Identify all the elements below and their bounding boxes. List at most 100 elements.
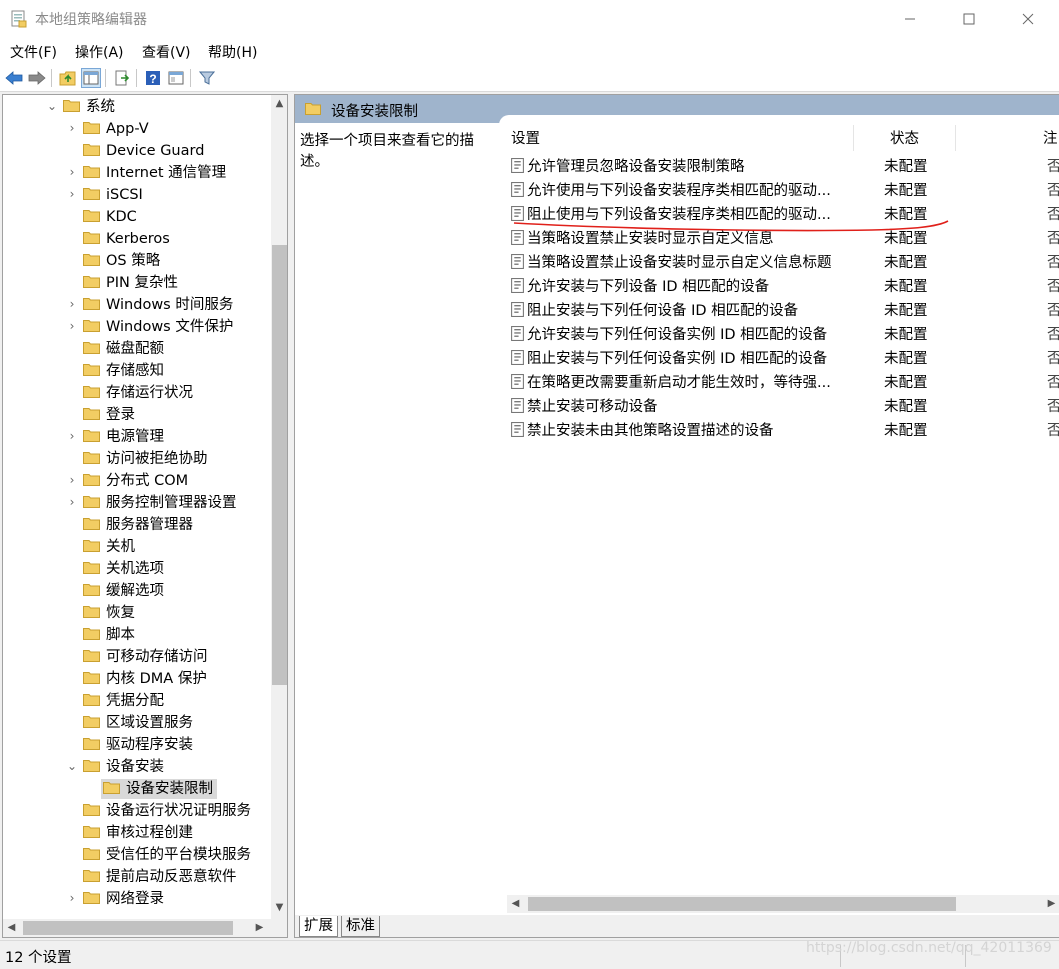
tree-item[interactable]: 存储感知: [3, 360, 273, 382]
help-button[interactable]: ?: [143, 68, 163, 88]
chevron-right-icon[interactable]: ›: [65, 186, 79, 202]
tree-item[interactable]: 设备运行状况证明服务: [3, 800, 273, 822]
menu-file[interactable]: 文件(F): [10, 42, 57, 62]
tree-item-label: PIN 复杂性: [106, 275, 178, 291]
column-header-state[interactable]: 状态: [890, 127, 919, 148]
chevron-right-icon[interactable]: ›: [65, 318, 79, 334]
tree-item[interactable]: 关机: [3, 536, 273, 558]
tree-item[interactable]: › 分布式 COM: [3, 470, 273, 492]
tree-item[interactable]: 设备安装限制: [3, 778, 273, 800]
list-hscroll-thumb[interactable]: [528, 897, 956, 911]
column-header-setting[interactable]: 设置: [511, 127, 540, 148]
tree-vertical-scrollbar[interactable]: ▲ ▼: [271, 95, 287, 919]
chevron-right-icon[interactable]: ›: [65, 494, 79, 510]
policy-row[interactable]: 禁止安装未由其他策略设置描述的设备 未配置 否: [499, 417, 1059, 441]
tree-item[interactable]: 恢复: [3, 602, 273, 624]
tree-item[interactable]: 访问被拒绝协助: [3, 448, 273, 470]
policy-row[interactable]: 允许使用与下列设备安装程序类相匹配的驱动... 未配置 否: [499, 177, 1059, 201]
tree-item[interactable]: 内核 DMA 保护: [3, 668, 273, 690]
up-level-button[interactable]: [58, 68, 78, 88]
scroll-right-icon[interactable]: ▶: [1043, 895, 1059, 912]
tree-item[interactable]: Device Guard: [3, 140, 273, 162]
export-list-button[interactable]: [112, 68, 132, 88]
tree-horizontal-scrollbar[interactable]: ◀ ▶: [3, 919, 287, 937]
forward-button[interactable]: [27, 68, 47, 88]
settings-list[interactable]: 设置 状态 注 允许管理员忽略设备安装限制策略未配置否允许使用与下列设备安装程序…: [499, 115, 1059, 915]
policy-row[interactable]: 在策略更改需要重新启动才能生效时，等待强... 未配置 否: [499, 369, 1059, 393]
tree-item[interactable]: › Windows 文件保护: [3, 316, 273, 338]
menu-action[interactable]: 操作(A): [75, 42, 124, 62]
properties-button[interactable]: [166, 68, 186, 88]
policy-row[interactable]: 阻止安装与下列任何设备实例 ID 相匹配的设备 未配置 否: [499, 345, 1059, 369]
chevron-down-icon[interactable]: ⌄: [65, 758, 79, 774]
tab-extended[interactable]: 扩展: [299, 916, 338, 937]
tree-item[interactable]: › 网络登录: [3, 888, 273, 910]
tree-item[interactable]: OS 策略: [3, 250, 273, 272]
tree-item[interactable]: ⌄ 系统: [3, 96, 273, 118]
tree-item[interactable]: › 电源管理: [3, 426, 273, 448]
chevron-right-icon[interactable]: ›: [65, 890, 79, 906]
minimize-button[interactable]: [880, 0, 940, 38]
tree-item[interactable]: 缓解选项: [3, 580, 273, 602]
tree-item[interactable]: › 服务控制管理器设置: [3, 492, 273, 514]
scroll-down-icon[interactable]: ▼: [271, 899, 287, 916]
tree-item[interactable]: ⌄ 设备安装: [3, 756, 273, 778]
policy-row[interactable]: 当策略设置禁止设备安装时显示自定义信息标题 未配置 否: [499, 249, 1059, 273]
menu-view[interactable]: 查看(V): [142, 42, 191, 62]
window-title: 本地组策略编辑器: [35, 12, 147, 28]
tree-pane[interactable]: ⌄ 系统 › App-V Device Guard › Internet 通信管理 › iSCS…: [2, 94, 288, 938]
chevron-right-icon[interactable]: ›: [65, 472, 79, 488]
tree-item[interactable]: PIN 复杂性: [3, 272, 273, 294]
maximize-button[interactable]: [939, 0, 999, 38]
tree-item[interactable]: KDC: [3, 206, 273, 228]
tree-item[interactable]: › App-V: [3, 118, 273, 140]
chevron-right-icon[interactable]: ›: [65, 296, 79, 312]
policy-setting-icon: [511, 182, 524, 197]
scroll-left-icon[interactable]: ◀: [3, 919, 20, 936]
close-icon: [1022, 13, 1034, 25]
chevron-right-icon[interactable]: ›: [65, 120, 79, 136]
tree-item[interactable]: › iSCSI: [3, 184, 273, 206]
policy-row[interactable]: 禁止安装可移动设备 未配置 否: [499, 393, 1059, 417]
tree-item[interactable]: 受信任的平台模块服务: [3, 844, 273, 866]
policy-row[interactable]: 允许管理员忽略设备安装限制策略 未配置 否: [499, 153, 1059, 177]
scroll-left-icon[interactable]: ◀: [507, 895, 524, 912]
column-header-comment[interactable]: 注: [1043, 127, 1059, 148]
tree-item[interactable]: 审核过程创建: [3, 822, 273, 844]
policy-row[interactable]: 阻止安装与下列任何设备 ID 相匹配的设备 未配置 否: [499, 297, 1059, 321]
tab-standard[interactable]: 标准: [341, 916, 380, 937]
filter-button[interactable]: [197, 68, 217, 88]
tree-item[interactable]: 存储运行状况: [3, 382, 273, 404]
tree-item[interactable]: 磁盘配额: [3, 338, 273, 360]
tree-item[interactable]: › Windows 时间服务: [3, 294, 273, 316]
policy-row[interactable]: 允许安装与下列任何设备实例 ID 相匹配的设备 未配置 否: [499, 321, 1059, 345]
chevron-right-icon[interactable]: ›: [65, 164, 79, 180]
tree-item[interactable]: 脚本: [3, 624, 273, 646]
column-separator[interactable]: [955, 125, 956, 151]
tree-item[interactable]: 提前启动反恶意软件: [3, 866, 273, 888]
scroll-up-icon[interactable]: ▲: [271, 95, 287, 112]
tree-item[interactable]: 驱动程序安装: [3, 734, 273, 756]
scroll-right-icon[interactable]: ▶: [251, 919, 268, 936]
show-hide-tree-button[interactable]: [81, 68, 101, 88]
tree-item[interactable]: Kerberos: [3, 228, 273, 250]
back-button[interactable]: [4, 68, 24, 88]
chevron-right-icon[interactable]: ›: [65, 428, 79, 444]
policy-row[interactable]: 允许安装与下列设备 ID 相匹配的设备 未配置 否: [499, 273, 1059, 297]
tree-vscroll-thumb[interactable]: [272, 245, 287, 685]
tree-item[interactable]: 关机选项: [3, 558, 273, 580]
folder-icon: [83, 122, 100, 134]
tree-hscroll-thumb[interactable]: [23, 921, 233, 935]
close-button[interactable]: [998, 0, 1058, 38]
list-horizontal-scrollbar[interactable]: ◀ ▶: [507, 895, 1059, 913]
tree-item[interactable]: 登录: [3, 404, 273, 426]
column-separator[interactable]: [853, 125, 854, 151]
tree-item-label: 审核过程创建: [106, 825, 193, 841]
tree-item[interactable]: 服务器管理器: [3, 514, 273, 536]
menu-help[interactable]: 帮助(H): [208, 42, 257, 62]
tree-item[interactable]: 凭据分配: [3, 690, 273, 712]
chevron-down-icon[interactable]: ⌄: [45, 98, 59, 114]
tree-item[interactable]: 可移动存储访问: [3, 646, 273, 668]
tree-item[interactable]: 区域设置服务: [3, 712, 273, 734]
tree-item[interactable]: › Internet 通信管理: [3, 162, 273, 184]
